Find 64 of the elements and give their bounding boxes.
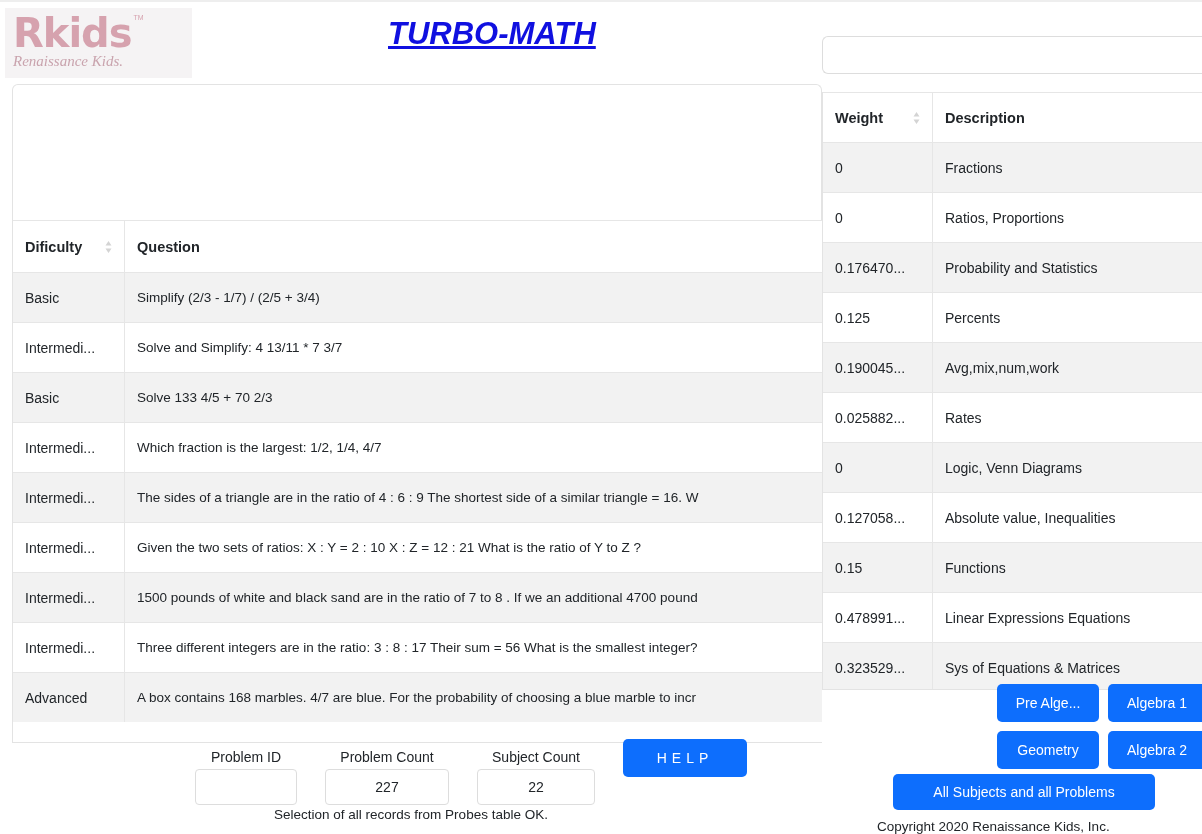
table-cell: Fractions <box>945 159 1003 176</box>
table-cell: Advanced <box>25 689 88 706</box>
column-header[interactable]: Question <box>137 238 200 255</box>
table-cell: Intermedi... <box>25 639 96 656</box>
table-cell: 0.127058... <box>835 509 906 526</box>
table-cell: Basic <box>25 389 60 406</box>
column-header[interactable]: Weight <box>835 109 884 126</box>
table-cell: 0.176470... <box>835 259 906 276</box>
field-label: Subject Count <box>492 749 580 765</box>
table-cell: 0.323529... <box>835 659 906 676</box>
sort-icon[interactable] <box>913 110 920 125</box>
table-cell: Intermedi... <box>25 539 96 556</box>
table-cell: Rates <box>945 409 982 426</box>
input-field[interactable]: 22 <box>477 769 595 805</box>
table-cell: 0.190045... <box>835 359 906 376</box>
table-cell: Solve 133 4/5 + 70 2/3 <box>137 390 273 405</box>
table-cell: 0.025882... <box>835 409 906 426</box>
table-cell: 0.15 <box>835 559 863 576</box>
field-label: Problem Count <box>340 749 434 765</box>
field-label: Problem ID <box>211 749 281 765</box>
sort-icon[interactable] <box>105 239 112 254</box>
help-button[interactable]: HELP <box>623 739 747 777</box>
table-cell: Sys of Equations & Matrices <box>945 659 1121 676</box>
input-field[interactable]: 227 <box>325 769 449 805</box>
table-cell: 0 <box>835 209 843 226</box>
table-cell: Three different integers are in the ratio: 3 : 8 : 17 Their sum = 56 What is the smallest integer? <box>137 640 698 655</box>
logo-mark: Rkids <box>13 14 132 52</box>
table-cell: Solve and Simplify: 4 13/11 * 7 3/7 <box>137 340 343 355</box>
table-cell: Logic, Venn Diagrams <box>945 459 1082 476</box>
column-header[interactable]: Dificulty <box>25 238 83 255</box>
table-cell: Basic <box>25 289 60 306</box>
table-cell: Probability and Statistics <box>945 259 1098 276</box>
page-title-link[interactable]: TURBO-MATH <box>388 16 596 52</box>
subject-button[interactable]: Pre Alge... <box>997 684 1099 722</box>
search-field[interactable] <box>822 36 1202 74</box>
table-cell: 1500 pounds of white and black sand are in the ratio of 7 to 8 . If we an additional 4700 pound <box>137 590 698 605</box>
table-cell: Intermedi... <box>25 439 96 456</box>
input-field[interactable] <box>195 769 297 805</box>
table-cell: Avg,mix,num,work <box>945 359 1060 376</box>
table-cell: 0 <box>835 459 843 476</box>
table-cell: Percents <box>945 309 1001 326</box>
status-message: Selection of all records from Probes table OK. <box>274 807 549 822</box>
table-cell: Intermedi... <box>25 339 96 356</box>
table-cell: Functions <box>945 559 1006 576</box>
subject-button[interactable]: Algebra 2 <box>1108 731 1202 769</box>
subject-button[interactable]: Geometry <box>997 731 1099 769</box>
table-cell: Simplify (2/3 - 1/7) / (2/5 + 3/4) <box>137 290 320 305</box>
table-cell: 0.125 <box>835 309 871 326</box>
logo-tagline: Renaissance Kids. <box>13 52 124 70</box>
table-cell: Intermedi... <box>25 489 96 506</box>
column-header[interactable]: Description <box>945 109 1025 126</box>
subject-button[interactable]: Algebra 1 <box>1108 684 1202 722</box>
all-subjects-button[interactable]: All Subjects and all Problems <box>893 774 1155 810</box>
table-cell: Ratios, Proportions <box>945 209 1065 226</box>
copyright-text: Copyright 2020 Renaissance Kids, Inc. <box>877 819 1111 834</box>
table-cell: Given the two sets of ratios: X : Y = 2 : 10 X : Z = 12 : 21 What is the ratio of Y to Z ? <box>137 540 641 555</box>
table-cell: Linear Expressions Equations <box>945 609 1131 626</box>
table-cell: 0.478991... <box>835 609 906 626</box>
table-cell: The sides of a triangle are in the ratio of 4 : 6 : 9 The shortest side of a similar triangle = 16. W <box>137 490 699 505</box>
table-cell: Absolute value, Inequalities <box>945 509 1116 526</box>
table-cell: Intermedi... <box>25 589 96 606</box>
table-cell: Which fraction is the largest: 1/2, 1/4, 4/7 <box>137 440 382 455</box>
table-cell: A box contains 168 marbles. 4/7 are blue. For the probability of choosing a blue marble to incr <box>137 690 697 705</box>
table-cell: 0 <box>835 159 843 176</box>
